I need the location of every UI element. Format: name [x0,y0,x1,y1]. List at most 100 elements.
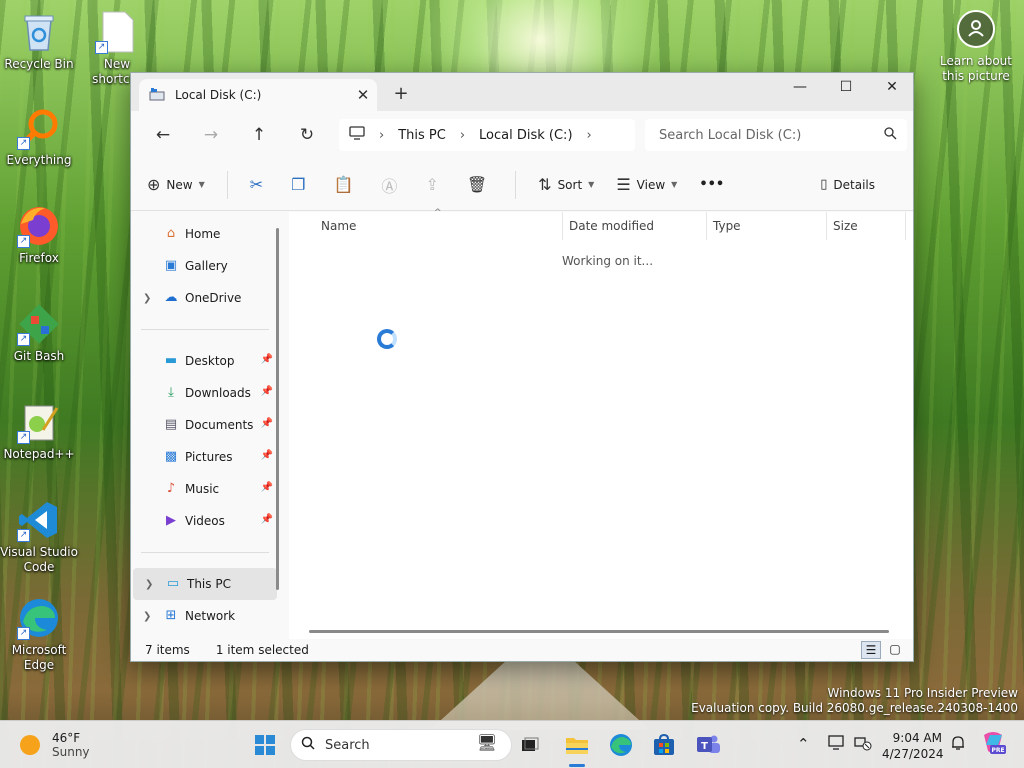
selection-count: 1 item selected [215,643,309,657]
camera-icon [957,10,995,48]
chevron-right-icon[interactable]: ❯ [143,293,163,304]
start-button[interactable] [249,729,281,761]
nav-item-downloads[interactable]: ⤓ Downloads 📌 [131,377,279,409]
nav-item-pictures[interactable]: ▩ Pictures 📌 [131,441,279,473]
minimize-button[interactable]: — [777,73,823,103]
desktop-icon-vscode[interactable]: ↗ Visual Studio Code [0,498,78,575]
network-status-icon[interactable] [854,735,872,755]
chevron-right-icon[interactable]: › [587,128,592,143]
edge-taskbar-icon[interactable] [605,729,637,761]
desktop-icon-notepad-plus-plus[interactable]: ↗ Notepad++ [0,400,78,462]
breadcrumb-this-pc[interactable]: This PC [398,128,446,143]
address-bar[interactable]: › This PC › Local Disk (C:) › [339,119,635,151]
clock[interactable]: 9:04 AM 4/27/2024 [882,730,944,762]
desktop-icon-git-bash[interactable]: ↗ Git Bash [0,302,78,364]
column-divider[interactable] [905,212,906,240]
tab-local-disk[interactable]: Local Disk (C:) ✕ [139,79,377,111]
shortcut-arrow-icon: ↗ [17,529,30,542]
horizontal-scrollbar[interactable] [309,630,889,633]
nav-item-label: Gallery [185,259,228,273]
teams-icon[interactable]: T [692,729,724,761]
paste-button[interactable]: 📋 [334,175,360,194]
file-explorer-icon[interactable] [561,729,593,761]
shortcut-arrow-icon: ↗ [17,333,30,346]
column-divider[interactable] [562,212,563,240]
column-divider[interactable] [706,212,707,240]
chevron-right-icon[interactable]: › [460,128,465,143]
desktop-icon-recycle-bin[interactable]: Recycle Bin [0,10,78,72]
chevron-right-icon[interactable]: ❯ [145,579,165,590]
pin-icon[interactable]: 📌 [261,450,273,461]
maximize-button[interactable]: ☐ [823,73,869,103]
column-header-date[interactable]: Date modified [569,219,654,233]
store-icon[interactable] [648,729,680,761]
column-divider[interactable] [826,212,827,240]
sort-button[interactable]: ⇅ Sort ▼ [538,175,594,194]
search-icon [884,126,897,144]
details-pane-button[interactable]: ▯ Details [820,177,875,192]
refresh-icon[interactable]: ↻ [283,125,331,145]
new-label: New [166,177,193,192]
task-view-icon[interactable] [514,729,546,761]
loading-message: Working on it... [562,254,654,268]
notification-bell-icon[interactable] [950,735,966,755]
pin-icon[interactable]: 📌 [261,514,273,525]
more-options-button[interactable]: ••• [699,177,724,192]
new-tab-button[interactable]: + [389,83,413,104]
nav-item-videos[interactable]: ▶ Videos 📌 [131,505,279,537]
computer-icon: ▭ [166,576,180,591]
cut-button[interactable]: ✂ [250,175,269,194]
new-button[interactable]: ⊕ New ▼ [147,175,205,194]
pin-icon[interactable]: 📌 [261,354,273,365]
desktop-icon-edge[interactable]: ↗ Microsoft Edge [0,596,78,673]
os-watermark: Windows 11 Pro Insider Preview Evaluatio… [691,686,1018,716]
nav-item-documents[interactable]: ▤ Documents 📌 [131,409,279,441]
close-button[interactable]: ✕ [869,73,915,103]
breadcrumb-local-disk[interactable]: Local Disk (C:) [479,128,572,143]
sort-icon: ⇅ [538,175,552,194]
nav-item-home[interactable]: ⌂ Home [131,218,279,250]
nav-item-gallery[interactable]: ▣ Gallery [131,250,279,282]
weather-widget[interactable]: 46°F Sunny [20,731,90,759]
rename-button[interactable]: Ⓐ [381,173,403,197]
pin-icon[interactable]: 📌 [261,418,273,429]
column-header-name[interactable]: Name [321,219,356,233]
up-arrow-icon[interactable]: ↑ [235,125,283,145]
tab-close-icon[interactable]: ✕ [349,86,377,104]
explorer-body: ⌂ Home ▣ Gallery ❯ ☁ OneDrive ▬ Desktop … [131,208,913,661]
back-arrow-icon[interactable]: ← [139,125,187,145]
nav-item-this-pc[interactable]: ❯ ▭ This PC [133,568,277,600]
nav-item-network[interactable]: ❯ ⊞ Network [131,600,279,632]
copilot-icon[interactable]: PRE [980,731,1006,759]
nav-item-onedrive[interactable]: ❯ ☁ OneDrive [131,282,279,314]
copy-button[interactable]: ❐ [291,175,311,194]
display-icon[interactable] [828,735,846,755]
nav-item-label: Pictures [185,450,233,464]
share-button[interactable]: ⇪ [425,175,444,194]
learn-about-picture[interactable]: Learn about this picture [934,10,1018,84]
delete-button[interactable]: 🗑 [467,175,493,194]
desktop-icon-label: Everything [6,153,72,167]
column-header-size[interactable]: Size [833,219,858,233]
view-toggle: ☰ ▢ [857,641,905,659]
forward-arrow-icon[interactable]: → [187,125,235,145]
pin-icon[interactable]: 📌 [261,482,273,493]
desktop-icon-everything[interactable]: ↗ Everything [0,106,78,168]
pin-icon[interactable]: 📌 [261,386,273,397]
search-input[interactable]: Search Local Disk (C:) [645,119,907,151]
chevron-up-icon[interactable]: ⌃ [797,735,810,753]
chevron-right-icon[interactable]: ❯ [143,611,163,622]
taskbar-search[interactable]: Search 🖥 [290,729,512,761]
column-header-type[interactable]: Type [713,219,741,233]
desktop-icon-firefox[interactable]: ↗ Firefox [0,204,78,266]
view-button[interactable]: ☰ View ▼ [616,175,677,194]
scissors-icon: ✂ [249,175,264,194]
git-bash-icon: ↗ [17,302,61,346]
chevron-right-icon[interactable]: › [379,128,384,143]
learn-about-label: Learn about this picture [940,54,1012,83]
tiles-view-icon[interactable]: ▢ [885,641,905,659]
nav-item-desktop[interactable]: ▬ Desktop 📌 [131,345,279,377]
nav-item-music[interactable]: ♪ Music 📌 [131,473,279,505]
details-view-icon[interactable]: ☰ [861,641,881,659]
nav-scrollbar[interactable] [276,228,279,590]
